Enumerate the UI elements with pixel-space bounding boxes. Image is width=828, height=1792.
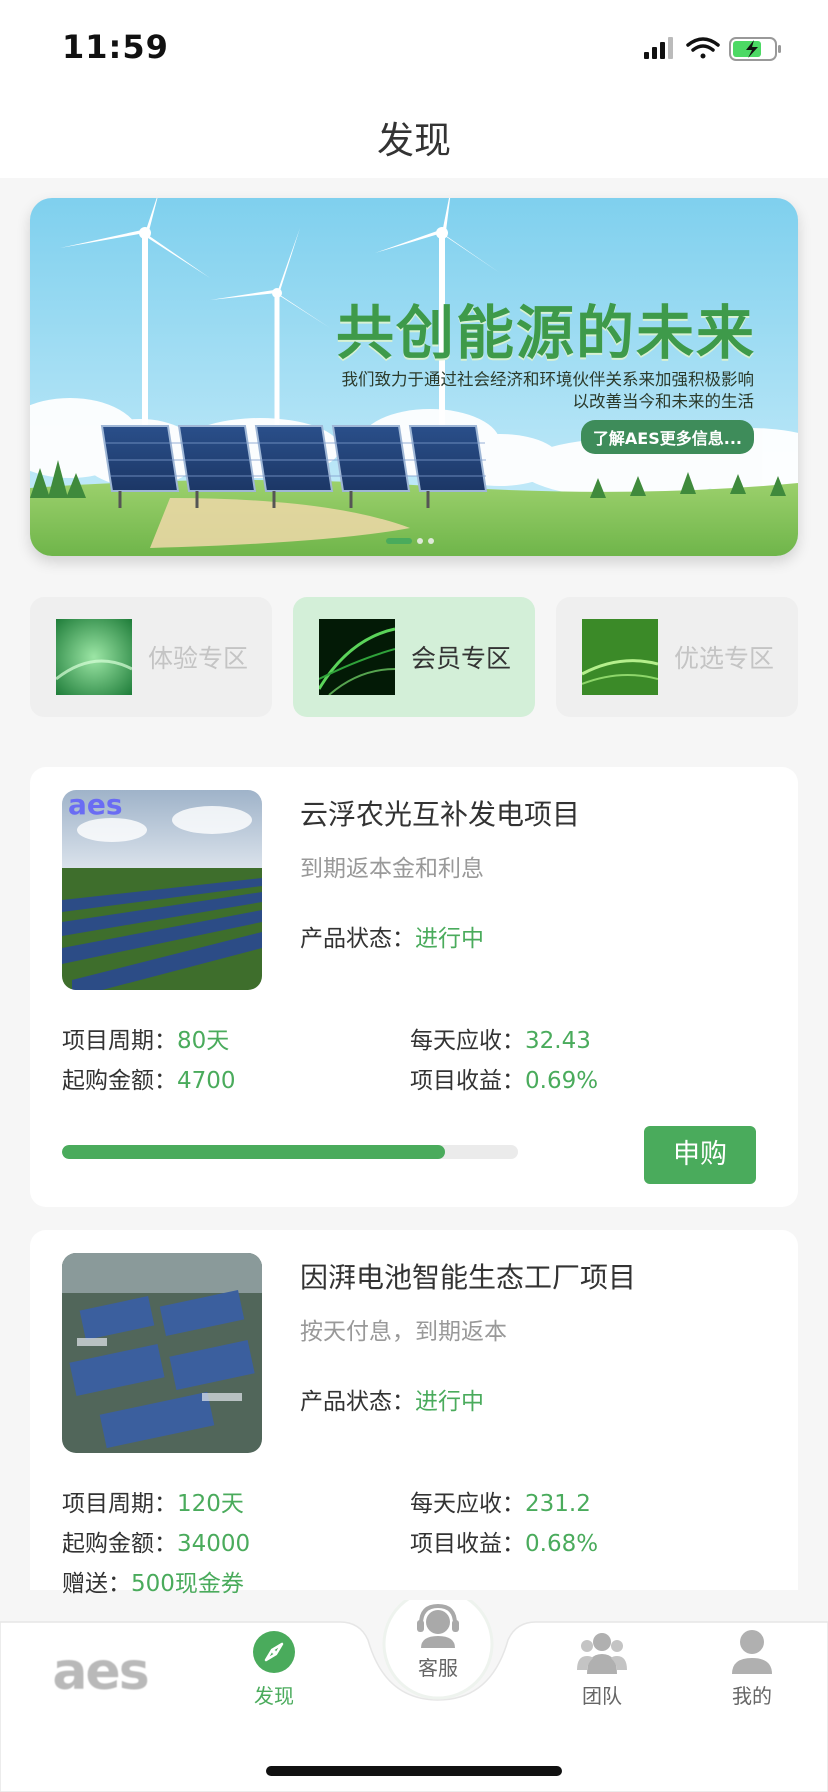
tab-customer-service[interactable]: 客服 — [398, 1602, 478, 1681]
project-description: 按天付息，到期返本 — [300, 1319, 507, 1345]
zone-member[interactable]: 会员专区 — [293, 597, 535, 717]
banner-headline: 共创能源的未来 — [335, 299, 756, 367]
period-label: 项目周期： — [62, 1491, 177, 1517]
status-label: 产品状态： — [300, 926, 415, 952]
project-image: aes — [62, 790, 262, 990]
zone-label: 会员专区 — [411, 644, 512, 673]
tab-label: 客服 — [418, 1656, 458, 1680]
min-value: 34000 — [177, 1531, 251, 1557]
battery-icon — [729, 37, 781, 61]
tab-label: 我的 — [732, 1684, 772, 1708]
daily-income: 每天应收：231.2 — [410, 1484, 591, 1518]
cellular-signal-icon — [644, 37, 673, 59]
carousel-dot — [428, 538, 434, 544]
yield-value: 0.68% — [525, 1531, 599, 1557]
progress-fill — [62, 1145, 446, 1159]
daily-value: 32.43 — [525, 1028, 591, 1054]
zone-label: 优选专区 — [674, 644, 775, 673]
zone-tabs: 体验专区 会员专区 优选专区 — [30, 597, 798, 717]
gift-value: 500现金券 — [131, 1571, 244, 1597]
gift-label: 赠送： — [62, 1571, 131, 1597]
period-value: 120天 — [177, 1491, 244, 1517]
zone-thumbnail — [56, 619, 132, 695]
home-indicator[interactable] — [266, 1766, 562, 1776]
project-card[interactable]: aes 云浮农光互补发电项目 到期返本金和利息 产品状态：进行中 项目周期：80… — [30, 767, 798, 1207]
nav-bar: 发现 — [0, 96, 828, 178]
tab-label: 团队 — [582, 1684, 622, 1708]
status-label: 产品状态： — [300, 1389, 415, 1415]
promo-banner[interactable]: 共创能源的未来 我们致力于通过社会经济和环境伙伴关系来加强积极影响 以改善当今和… — [30, 198, 798, 556]
tabbar-logo: aes — [48, 1640, 152, 1704]
subscribe-button[interactable]: 申购 — [644, 1126, 756, 1184]
yield-label: 项目收益： — [410, 1531, 525, 1557]
status-value: 进行中 — [415, 926, 484, 952]
product-status: 产品状态：进行中 — [300, 1382, 484, 1416]
bottom-tab-bar: aes 发现 客服 团队 我的 — [0, 1600, 828, 1792]
minimum-amount: 起购金额：4700 — [62, 1061, 236, 1095]
progress-bar — [62, 1145, 518, 1159]
project-title: 云浮农光互补发电项目 — [300, 798, 581, 831]
team-icon — [577, 1633, 627, 1674]
zone-thumbnail — [582, 619, 658, 695]
status-time: 11:59 — [62, 28, 169, 66]
tab-discover[interactable]: 发现 — [234, 1630, 314, 1709]
min-label: 起购金额： — [62, 1068, 177, 1094]
tab-team[interactable]: 团队 — [562, 1630, 642, 1709]
project-yield: 项目收益：0.69% — [410, 1061, 598, 1095]
status-icons — [644, 37, 781, 61]
period-value: 80天 — [177, 1028, 230, 1054]
status-value: 进行中 — [415, 1389, 484, 1415]
period-label: 项目周期： — [62, 1028, 177, 1054]
tab-mine[interactable]: 我的 — [712, 1630, 792, 1709]
carousel-indicator — [386, 538, 434, 544]
zone-label: 体验专区 — [148, 644, 249, 673]
tab-label: 发现 — [254, 1684, 294, 1708]
banner-learn-more-button[interactable]: 了解AES更多信息... — [580, 420, 754, 454]
wifi-icon — [686, 37, 720, 59]
project-period: 项目周期：80天 — [62, 1021, 229, 1055]
min-label: 起购金额： — [62, 1531, 177, 1557]
project-description: 到期返本金和利息 — [300, 856, 484, 882]
zone-thumbnail — [319, 619, 395, 695]
zone-experience[interactable]: 体验专区 — [30, 597, 272, 717]
banner-subtitle: 以改善当今和未来的生活 — [572, 392, 755, 411]
compass-icon — [253, 1631, 295, 1673]
daily-label: 每天应收： — [410, 1028, 525, 1054]
carousel-dot — [417, 538, 423, 544]
yield-value: 0.69% — [525, 1068, 599, 1094]
status-bar: 11:59 — [0, 0, 828, 96]
project-title: 因湃电池智能生态工厂项目 — [300, 1261, 637, 1294]
zone-preferred[interactable]: 优选专区 — [556, 597, 798, 717]
user-icon — [732, 1630, 772, 1674]
minimum-amount: 起购金额：34000 — [62, 1524, 250, 1558]
project-period: 项目周期：120天 — [62, 1484, 244, 1518]
gift-info: 赠送：500现金券 — [62, 1564, 244, 1598]
page-title: 发现 — [377, 119, 451, 162]
banner-subtitle: 我们致力于通过社会经济和环境伙伴关系来加强积极影响 — [341, 370, 755, 389]
image-watermark: aes — [68, 790, 123, 821]
product-status: 产品状态：进行中 — [300, 919, 484, 953]
daily-income: 每天应收：32.43 — [410, 1021, 591, 1055]
project-yield: 项目收益：0.68% — [410, 1524, 598, 1558]
daily-label: 每天应收： — [410, 1491, 525, 1517]
daily-value: 231.2 — [525, 1491, 591, 1517]
yield-label: 项目收益： — [410, 1068, 525, 1094]
min-value: 4700 — [177, 1068, 236, 1094]
carousel-dot-active — [386, 538, 412, 544]
aes-logo: aes — [52, 1642, 149, 1702]
headset-icon — [417, 1603, 459, 1648]
project-image — [62, 1253, 262, 1453]
project-card[interactable]: 因湃电池智能生态工厂项目 按天付息，到期返本 产品状态：进行中 项目周期：120… — [30, 1230, 798, 1597]
